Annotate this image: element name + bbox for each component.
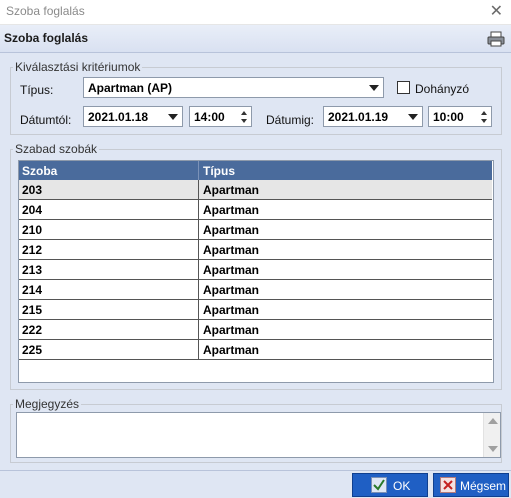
rooms-table[interactable]: Szoba Típus 203 Apartman 204 Apartman 21… [18,160,494,383]
to-date-picker[interactable]: 2021.01.19 [323,106,423,127]
notes-scrollbar[interactable] [483,413,500,457]
cell-type: Apartman [203,303,260,317]
scroll-down-icon[interactable] [488,446,498,452]
from-time-value: 14:00 [194,110,225,124]
to-date-value: 2021.01.19 [328,110,389,124]
cancel-button[interactable]: Mégsem [433,473,509,497]
chevron-down-icon[interactable] [168,114,178,120]
printer-icon[interactable] [487,31,505,47]
table-row[interactable]: 214 Apartman [19,280,492,300]
cell-room: 210 [19,220,199,239]
dialog-header-title: Szoba foglalás [4,31,89,45]
spin-up-icon[interactable] [481,111,487,115]
cell-type: Apartman [203,223,260,237]
from-label: Dátumtól: [20,113,72,127]
spin-up-icon[interactable] [241,111,247,115]
spin-down-icon[interactable] [481,119,487,123]
from-time-spinner[interactable]: 14:00 [189,106,252,127]
table-row[interactable]: 203 Apartman [19,180,492,200]
cell-room: 204 [19,200,199,219]
scroll-up-icon[interactable] [488,418,498,424]
close-icon[interactable]: ✕ [490,1,503,23]
column-header-type[interactable]: Típus [200,161,235,180]
to-label: Dátumig: [266,113,315,127]
button-bar: OK Mégsem [0,470,511,498]
cell-room: 212 [19,240,199,259]
criteria-legend: Kiválasztási kritériumok [15,60,141,74]
table-row[interactable]: 212 Apartman [19,240,492,260]
table-row[interactable]: 222 Apartman [19,320,492,340]
dialog-body: Szoba foglalás Kiválasztási kritériumok … [0,25,511,498]
checkmark-icon [371,477,387,493]
spin-down-icon[interactable] [241,119,247,123]
chevron-down-icon[interactable] [369,85,379,91]
cell-type: Apartman [203,263,260,277]
cell-room: 214 [19,280,199,299]
to-time-value: 10:00 [433,110,464,124]
smoker-label: Dohányzó [415,82,470,96]
table-row[interactable]: 213 Apartman [19,260,492,280]
table-row[interactable]: 204 Apartman [19,200,492,220]
cell-room: 203 [19,180,199,199]
cell-type: Apartman [203,203,260,217]
chevron-down-icon[interactable] [408,114,418,120]
cancel-x-icon [440,477,456,493]
from-date-picker[interactable]: 2021.01.18 [83,106,183,127]
cell-room: 222 [19,320,199,339]
from-date-value: 2021.01.18 [88,110,149,124]
smoker-checkbox[interactable] [397,81,410,94]
dialog-header: Szoba foglalás [0,25,511,53]
type-select-value: Apartman (AP) [88,81,173,95]
notes-legend: Megjegyzés [15,397,80,411]
cell-type: Apartman [203,283,260,297]
to-time-spinner[interactable]: 10:00 [428,106,492,127]
cell-type: Apartman [203,183,260,197]
cell-room: 225 [19,340,199,359]
window-titlebar: Szoba foglalás ✕ [0,0,511,25]
ok-button[interactable]: OK [352,473,428,497]
type-label: Típus: [20,83,54,97]
window-title: Szoba foglalás [6,4,85,18]
table-header: Szoba Típus [19,161,492,180]
ok-button-label: OK [393,479,411,493]
cell-type: Apartman [203,343,260,357]
cell-room: 215 [19,300,199,319]
rooms-legend: Szabad szobák [15,142,98,156]
cell-type: Apartman [203,323,260,337]
column-header-room[interactable]: Szoba [19,161,199,180]
cell-type: Apartman [203,243,260,257]
notes-textarea[interactable] [16,412,501,458]
table-row[interactable]: 225 Apartman [19,340,492,360]
table-row[interactable]: 210 Apartman [19,220,492,240]
type-select[interactable]: Apartman (AP) [83,77,384,98]
cell-room: 213 [19,260,199,279]
cancel-button-label: Mégsem [460,479,507,493]
table-row[interactable]: 215 Apartman [19,300,492,320]
